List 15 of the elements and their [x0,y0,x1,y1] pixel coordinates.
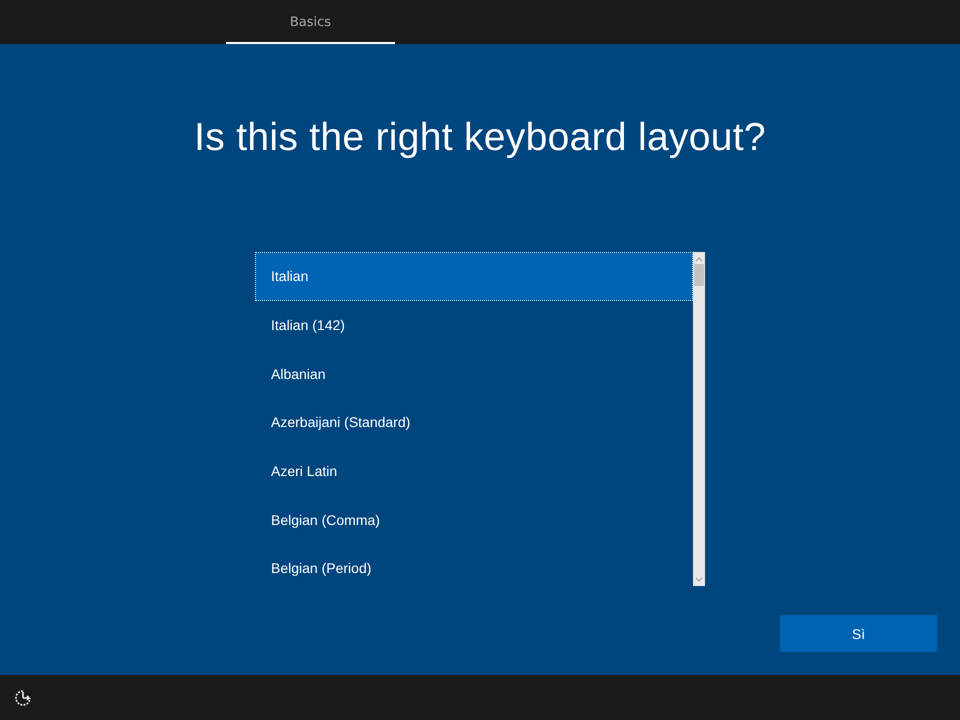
layout-item[interactable]: Belgian (Period) [255,544,693,593]
scroll-thumb[interactable] [694,264,704,286]
confirm-button[interactable]: Sì [780,615,937,652]
layout-item[interactable]: Azeri Latin [255,446,693,496]
scrollbar[interactable] [693,252,705,586]
scroll-up-icon[interactable] [695,256,703,262]
layout-item[interactable]: Albanian [255,349,693,398]
page-title: Is this the right keyboard layout? [194,116,766,160]
scroll-down-icon[interactable] [695,577,703,583]
layout-item[interactable]: Belgian (Comma) [255,495,693,544]
tab[interactable]: Basics [226,0,395,44]
layout-item[interactable]: Azerbaijani (Standard) [255,398,693,447]
layout-item[interactable]: Italian [255,252,693,301]
accessibility-icon[interactable] [14,688,32,706]
layout-item[interactable]: Italian (142) [255,300,693,350]
